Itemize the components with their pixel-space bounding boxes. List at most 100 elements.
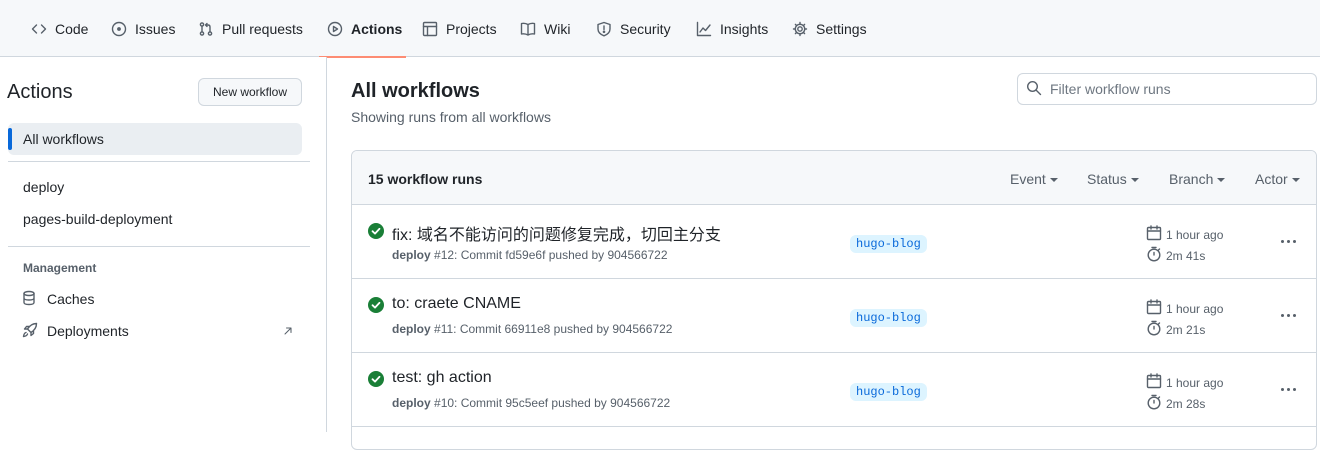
actions-sidebar: Actions New workflow All workflows deplo…: [0, 57, 327, 432]
branch-badge[interactable]: hugo-blog: [850, 235, 927, 253]
workflow-run-row[interactable]: fix: 域名不能访问的问题修复完成，切回主分支 deploy #12: Com…: [352, 205, 1316, 279]
divider: [8, 161, 310, 162]
tab-label: Settings: [816, 20, 867, 37]
new-workflow-button[interactable]: New workflow: [198, 78, 302, 106]
run-time: 1 hour ago: [1146, 373, 1223, 392]
tab-label: Security: [620, 20, 671, 37]
tab-label: Actions: [351, 20, 403, 37]
branch-badge[interactable]: hugo-blog: [850, 309, 927, 327]
tab-pull-requests[interactable]: Pull requests: [190, 0, 311, 57]
sidebar-item-all-workflows[interactable]: All workflows: [8, 123, 302, 155]
shield-icon: [596, 21, 612, 37]
play-icon: [327, 21, 343, 37]
run-title[interactable]: to: craete CNAME: [392, 295, 521, 313]
book-icon: [520, 21, 536, 37]
workflow-run-row[interactable]: to: craete CNAME deploy #11: Commit 6691…: [352, 279, 1316, 353]
tab-code[interactable]: Code: [23, 0, 96, 57]
run-time: 1 hour ago: [1146, 225, 1223, 244]
run-duration: 2m 28s: [1146, 394, 1205, 413]
run-title[interactable]: test: gh action: [392, 369, 492, 387]
caret-down-icon: [1291, 178, 1300, 182]
run-workflow: deploy: [392, 248, 431, 262]
run-workflow: deploy: [392, 322, 431, 336]
sidebar-item-label: Deployments: [47, 323, 129, 339]
run-meta: deploy #11: Commit 66911e8 pushed by 904…: [392, 322, 672, 336]
page-title: All workflows: [351, 80, 480, 102]
workflow-runs-list: 15 workflow runs Event Status Branch Act…: [351, 150, 1317, 450]
run-meta-text: #12: Commit fd59e6f pushed by 904566722: [434, 248, 668, 262]
status-filter-dropdown[interactable]: Status: [1087, 171, 1139, 187]
kebab-menu-icon[interactable]: [1272, 231, 1304, 251]
database-icon: [22, 290, 38, 309]
runs-count: 15 workflow runs: [368, 171, 483, 187]
repo-nav: Code Issues Pull requests Actions Projec…: [0, 0, 1320, 58]
code-icon: [31, 21, 47, 37]
caret-down-icon: [1217, 178, 1226, 182]
tab-security[interactable]: Security: [588, 0, 679, 57]
tab-label: Wiki: [544, 20, 571, 37]
caret-down-icon: [1130, 178, 1139, 182]
tab-label: Pull requests: [222, 20, 303, 37]
dropdown-label: Actor: [1255, 171, 1288, 187]
kebab-menu-icon[interactable]: [1272, 305, 1304, 325]
dropdown-label: Branch: [1169, 171, 1214, 187]
tab-actions[interactable]: Actions: [319, 0, 406, 58]
success-check-icon: [368, 297, 384, 313]
stopwatch-icon: [1146, 320, 1162, 339]
sidebar-item-deployments[interactable]: Deployments: [22, 315, 302, 347]
page-subtitle: Showing runs from all workflows: [351, 109, 551, 125]
run-duration-text: 2m 28s: [1166, 396, 1206, 411]
dropdown-label: Status: [1087, 171, 1127, 187]
sidebar-title: Actions: [7, 81, 73, 103]
tab-label: Projects: [446, 20, 497, 37]
search-input[interactable]: [1050, 81, 1310, 97]
run-meta: deploy #12: Commit fd59e6f pushed by 904…: [392, 248, 668, 262]
tab-label: Issues: [135, 20, 176, 37]
run-duration: 2m 41s: [1146, 246, 1205, 265]
dropdown-label: Event: [1010, 171, 1046, 187]
issue-icon: [111, 21, 127, 37]
kebab-menu-icon[interactable]: [1272, 379, 1304, 399]
tab-projects[interactable]: Projects: [414, 0, 505, 57]
run-meta-text: #10: Commit 95c5eef pushed by 904566722: [434, 396, 671, 410]
calendar-icon: [1146, 373, 1162, 392]
sidebar-item-caches[interactable]: Caches: [22, 283, 302, 315]
run-time-text: 1 hour ago: [1166, 301, 1224, 316]
branch-badge[interactable]: hugo-blog: [850, 383, 927, 401]
filter-workflow-runs[interactable]: [1017, 73, 1317, 105]
tab-insights[interactable]: Insights: [688, 0, 776, 57]
management-heading: Management: [23, 261, 97, 275]
success-check-icon: [368, 371, 384, 387]
table-icon: [422, 21, 438, 37]
tab-wiki[interactable]: Wiki: [512, 0, 578, 57]
actor-filter-dropdown[interactable]: Actor: [1255, 171, 1300, 187]
external-link-icon: [282, 324, 294, 340]
caret-down-icon: [1049, 178, 1058, 182]
run-meta-text: #11: Commit 66911e8 pushed by 904566722: [434, 322, 673, 336]
tab-settings[interactable]: Settings: [784, 0, 875, 57]
run-time-text: 1 hour ago: [1166, 227, 1224, 242]
run-duration-text: 2m 41s: [1166, 248, 1206, 263]
run-meta: deploy #10: Commit 95c5eef pushed by 904…: [392, 396, 670, 410]
rocket-icon: [22, 322, 38, 341]
run-title[interactable]: fix: 域名不能访问的问题修复完成，切回主分支: [392, 221, 721, 245]
runs-header: 15 workflow runs Event Status Branch Act…: [352, 151, 1316, 205]
sidebar-item-deploy[interactable]: deploy: [8, 171, 302, 203]
branch-filter-dropdown[interactable]: Branch: [1169, 171, 1226, 187]
graph-icon: [696, 21, 712, 37]
sidebar-item-pages-build-deployment[interactable]: pages-build-deployment: [8, 203, 302, 235]
run-time: 1 hour ago: [1146, 299, 1223, 318]
success-check-icon: [368, 223, 384, 239]
run-time-text: 1 hour ago: [1166, 375, 1224, 390]
run-duration: 2m 21s: [1146, 320, 1205, 339]
event-filter-dropdown[interactable]: Event: [1010, 171, 1058, 187]
divider: [8, 246, 310, 247]
workflow-run-row[interactable]: test: gh action deploy #10: Commit 95c5e…: [352, 353, 1316, 427]
tab-issues[interactable]: Issues: [103, 0, 183, 57]
tab-label: Code: [55, 20, 89, 37]
pull-request-icon: [198, 21, 214, 37]
sidebar-item-label: Caches: [47, 291, 95, 307]
run-duration-text: 2m 21s: [1166, 322, 1206, 337]
search-icon: [1026, 80, 1042, 99]
stopwatch-icon: [1146, 246, 1162, 265]
